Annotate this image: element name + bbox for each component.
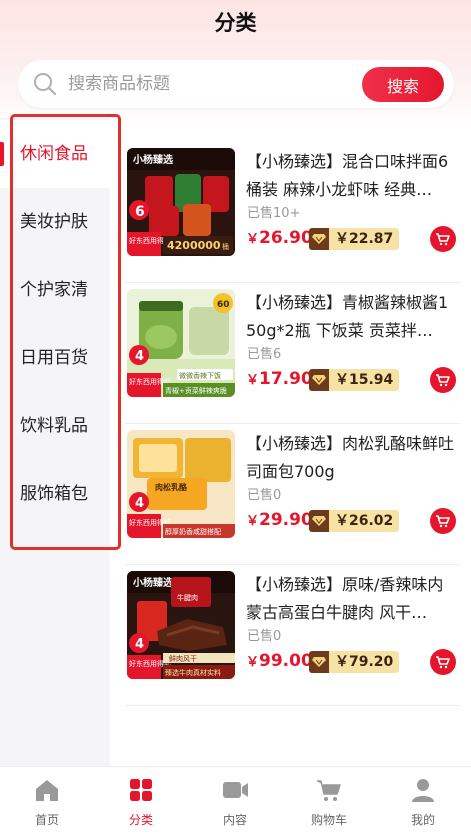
product-card[interactable]: 肉松乳酪 4 好东西用得起 醇厚奶香咸甜搭配 【小杨臻选】肉松乳酪味鲜吐司面包7… [125, 428, 460, 565]
member-price: ￥22.87 [309, 228, 400, 250]
cart-icon [436, 515, 450, 528]
home-icon [36, 780, 58, 801]
image-sales-number: 4200000 [167, 239, 221, 252]
image-badge: 4 [135, 349, 144, 364]
product-price: ￥26.90 [246, 228, 313, 248]
page-title: 分类 [214, 11, 257, 35]
member-price-value: ￥15.94 [329, 369, 400, 391]
tab-category[interactable]: 分类 [94, 767, 188, 837]
tab-profile[interactable]: 我的 [376, 767, 470, 837]
product-image: 小杨臻选 牛腱肉 4 好东西用得起 鲜肉风干 臻选牛肉真材实料 [127, 571, 235, 679]
image-badge: 6 [135, 204, 145, 220]
product-card[interactable]: 60 4 微微香辣下饭 好东西用得起 青椒+贡菜鲜辣爽脆 【小杨臻选】青椒酱辣椒… [125, 287, 460, 424]
sidebar-item-beauty[interactable]: 美妆护肤 [0, 188, 110, 256]
sidebar-item-household[interactable]: 日用百货 [0, 324, 110, 392]
tab-cart[interactable]: 购物车 [282, 767, 376, 837]
add-to-cart-button[interactable] [430, 508, 456, 534]
image-caption-bottom: 醇厚奶香咸甜搭配 [165, 527, 221, 536]
product-image: 肉松乳酪 4 好东西用得起 醇厚奶香咸甜搭配 [127, 430, 235, 538]
cart-icon [317, 780, 341, 801]
image-badge: 4 [135, 637, 144, 652]
sidebar-item-label: 饮料乳品 [20, 416, 88, 436]
tab-home[interactable]: 首页 [0, 767, 94, 837]
user-icon [412, 779, 434, 802]
tab-label: 购物车 [310, 813, 347, 827]
product-sold-count: 已售0 [247, 629, 282, 644]
image-corner-badge: 60 [217, 300, 230, 310]
product-title: 【小杨臻选】肉松乳酪味鲜吐司面包700g [246, 434, 455, 481]
member-price: ￥79.20 [309, 651, 400, 673]
search-button[interactable]: 搜索 [362, 67, 444, 102]
add-to-cart-button[interactable] [430, 649, 456, 675]
vip-diamond-icon [309, 510, 329, 532]
sidebar-item-personal-care[interactable]: 个护家清 [0, 256, 110, 324]
cart-icon [436, 233, 450, 246]
product-title: 【小杨臻选】青椒酱辣椒酱150g*2瓶 下饭菜 贡菜拌… [246, 293, 449, 340]
vip-diamond-icon [309, 228, 329, 250]
tab-content[interactable]: 内容 [188, 767, 282, 837]
product-card[interactable]: 小杨臻选 牛腱肉 4 好东西用得起 鲜肉风干 臻选牛肉真材实料 【小杨臻选】原味… [125, 569, 460, 706]
image-caption-bottom: 臻选牛肉真材实料 [165, 668, 221, 677]
member-price: ￥26.02 [309, 510, 400, 532]
product-title: 【小杨臻选】混合口味拌面6桶装 麻辣小龙虾味 经典… [246, 152, 449, 199]
bottom-tab-bar: 首页 分类 内容 购物车 我的 [0, 766, 471, 837]
sidebar-item-label: 休闲食品 [20, 144, 88, 164]
video-icon [223, 782, 248, 798]
product-image: 60 4 微微香辣下饭 好东西用得起 青椒+贡菜鲜辣爽脆 [127, 289, 235, 397]
image-caption-top: 肉松乳酪 [155, 482, 188, 492]
product-title: 【小杨臻选】原味/香辣味内蒙古高蛋白牛腱肉 风干… [246, 575, 444, 622]
member-price-value: ￥22.87 [329, 228, 400, 250]
image-caption-bottom: 青椒+贡菜鲜辣爽脆 [165, 386, 227, 395]
image-sales-unit: 桶 [222, 242, 229, 251]
tab-label: 首页 [34, 813, 59, 827]
product-card[interactable]: 小杨臻选 6 好东西用得起 4200000 桶 【小杨臻选】混合口味拌面6桶装 … [125, 146, 460, 283]
product-sold-count: 已售6 [247, 347, 282, 362]
tab-label: 分类 [128, 813, 153, 827]
search-icon [34, 73, 57, 96]
search-input[interactable] [68, 68, 368, 100]
sidebar-item-apparel[interactable]: 服饰箱包 [0, 460, 110, 528]
sidebar-item-label: 个护家清 [20, 280, 88, 300]
product-price: ￥99.00 [246, 651, 313, 671]
product-image: 小杨臻选 6 好东西用得起 4200000 桶 [127, 148, 235, 256]
add-to-cart-button[interactable] [430, 226, 456, 252]
member-price: ￥15.94 [309, 369, 400, 391]
vip-diamond-icon [309, 651, 329, 673]
vip-diamond-icon [309, 369, 329, 391]
image-badge: 4 [135, 496, 144, 511]
sidebar-item-label: 服饰箱包 [20, 484, 88, 504]
sidebar-item-snacks[interactable]: 休闲食品 [0, 120, 110, 188]
category-sidebar: 休闲食品 美妆护肤 个护家清 日用百货 饮料乳品 服饰箱包 [0, 118, 110, 766]
sidebar-item-label: 美妆护肤 [20, 212, 88, 232]
image-sub-brand: 牛腱肉 [177, 593, 198, 602]
member-price-value: ￥79.20 [329, 651, 400, 673]
product-price: ￥29.90 [246, 510, 313, 530]
cart-icon [436, 656, 450, 669]
member-price-value: ￥26.02 [329, 510, 400, 532]
sidebar-item-label: 日用百货 [20, 348, 88, 368]
image-caption-top: 鲜肉风干 [169, 654, 197, 663]
tab-label: 我的 [410, 813, 435, 827]
product-sold-count: 已售10+ [247, 206, 301, 221]
image-caption-top: 微微香辣下饭 [179, 371, 221, 380]
cart-icon [436, 374, 450, 387]
tab-label: 内容 [222, 813, 247, 827]
brand-logo: 小杨臻选 [132, 576, 173, 589]
brand-logo: 小杨臻选 [132, 153, 173, 166]
sidebar-item-drinks[interactable]: 饮料乳品 [0, 392, 110, 460]
product-sold-count: 已售0 [247, 488, 282, 503]
add-to-cart-button[interactable] [430, 367, 456, 393]
product-price: ￥17.90 [246, 369, 313, 389]
category-icon [130, 779, 152, 801]
active-indicator [0, 142, 4, 166]
search-bar[interactable]: 搜索 [18, 60, 454, 108]
